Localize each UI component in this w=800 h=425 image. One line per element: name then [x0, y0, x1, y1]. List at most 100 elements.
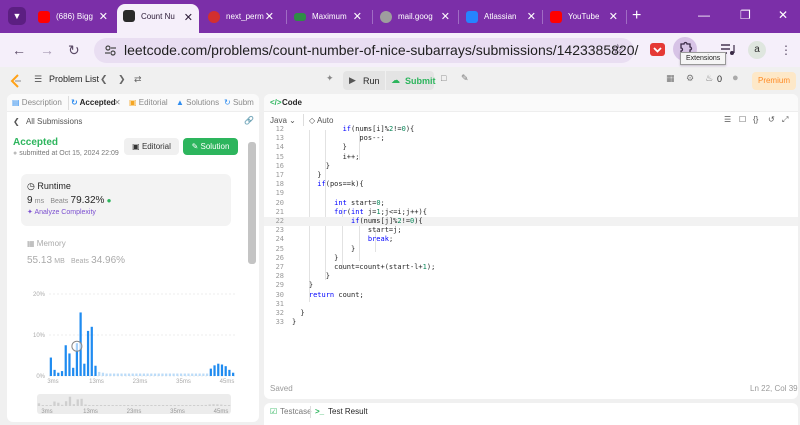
- code-line[interactable]: 32 }: [264, 309, 798, 318]
- chart-bar[interactable]: [127, 373, 131, 376]
- chart-bar[interactable]: [124, 373, 127, 376]
- close-icon[interactable]: ✕: [441, 5, 450, 29]
- solution-button[interactable]: ✎ Solution: [183, 138, 238, 155]
- site-info-icon[interactable]: [104, 44, 117, 57]
- close-icon[interactable]: ✕: [527, 5, 536, 29]
- chart-bar[interactable]: [135, 373, 138, 376]
- run-button[interactable]: ▶ Run: [343, 71, 385, 90]
- browser-menu-icon[interactable]: ⋮: [780, 42, 792, 58]
- code-line[interactable]: 18 if(pos==k){: [264, 180, 798, 189]
- close-icon[interactable]: ✕: [99, 5, 108, 29]
- runtime-distribution-chart[interactable]: 20% 10% 0%3ms 13ms 23ms 35ms 45ms: [19, 284, 245, 384]
- language-select[interactable]: Java ⌄: [270, 116, 296, 125]
- reload-icon[interactable]: ↻: [68, 42, 80, 58]
- expand-icon[interactable]: ⤢: [782, 115, 788, 125]
- chart-bar[interactable]: [224, 366, 227, 376]
- chart-bar[interactable]: [53, 369, 56, 376]
- chart-bar[interactable]: [165, 373, 168, 376]
- auto-mode-toggle[interactable]: ◇ Auto: [309, 116, 333, 125]
- tab-leetcode[interactable]: Count Nu ✕: [117, 4, 199, 33]
- list-icon[interactable]: ☰: [34, 74, 42, 85]
- code-line[interactable]: 23 start=j;: [264, 226, 798, 235]
- close-icon[interactable]: ✕: [184, 5, 193, 31]
- pocket-extension-icon[interactable]: [649, 41, 666, 58]
- code-line[interactable]: 21 for(int j=1;j<=i;j++){: [264, 208, 798, 217]
- chart-bar[interactable]: [139, 373, 142, 376]
- chart-bar[interactable]: [187, 373, 190, 376]
- chart-bar[interactable]: [198, 373, 201, 376]
- chart-bar[interactable]: [60, 371, 64, 376]
- settings-gear-icon[interactable]: ⚙: [686, 73, 694, 84]
- problem-list-link[interactable]: Problem List: [49, 74, 99, 84]
- user-avatar-icon[interactable]: ●: [732, 72, 739, 84]
- tab-description[interactable]: ▤ Description: [12, 98, 62, 107]
- code-line[interactable]: 16 }: [264, 162, 798, 171]
- chart-bar[interactable]: [142, 373, 145, 376]
- code-line[interactable]: 17 }: [264, 171, 798, 180]
- reset-icon[interactable]: ↺: [768, 115, 775, 124]
- chart-bar[interactable]: [172, 373, 175, 376]
- tab-mail[interactable]: mail.goog ✕: [374, 5, 456, 29]
- close-icon[interactable]: ✕: [609, 5, 618, 29]
- code-line[interactable]: 20 int start=0;: [264, 199, 798, 208]
- chart-bar[interactable]: [131, 373, 134, 376]
- share-link-icon[interactable]: 🔗: [244, 116, 254, 125]
- next-problem-icon[interactable]: ❯: [118, 74, 126, 85]
- chart-bar[interactable]: [232, 372, 235, 376]
- chart-bar[interactable]: [120, 373, 123, 376]
- chart-bar[interactable]: [168, 373, 172, 376]
- tab-search-icon[interactable]: ▼: [8, 7, 26, 25]
- tab-next-perm[interactable]: next_perm ✕: [202, 5, 280, 29]
- close-icon[interactable]: ✕: [265, 5, 274, 29]
- chart-bar[interactable]: [64, 345, 67, 376]
- code-line[interactable]: 26 }: [264, 254, 798, 263]
- chart-bar[interactable]: [105, 373, 108, 376]
- chart-bar[interactable]: [213, 365, 216, 376]
- code-line[interactable]: 29 }: [264, 281, 798, 290]
- restore-icon[interactable]: ❐: [740, 8, 751, 22]
- code-line[interactable]: 13 pos--;: [264, 134, 798, 143]
- braces-icon[interactable]: {}: [753, 115, 758, 124]
- chart-bar[interactable]: [161, 373, 164, 376]
- window-close-icon[interactable]: ✕: [778, 8, 788, 22]
- leetcode-logo-icon[interactable]: [10, 74, 22, 88]
- shuffle-icon[interactable]: ⇄: [134, 74, 142, 85]
- all-submissions-link[interactable]: ❮ All Submissions: [13, 117, 82, 126]
- code-line[interactable]: 14 }: [264, 143, 798, 152]
- back-arrow-icon[interactable]: ←: [12, 42, 26, 58]
- chart-bar[interactable]: [57, 372, 60, 376]
- code-line[interactable]: 31: [264, 300, 798, 309]
- tab-maximum[interactable]: Maximum ✕: [288, 5, 368, 29]
- address-bar[interactable]: leetcode.com/problems/count-number-of-ni…: [94, 38, 638, 63]
- fire-icon[interactable]: ♨: [705, 73, 713, 84]
- close-icon[interactable]: ✕: [353, 5, 362, 29]
- chart-bar[interactable]: [205, 373, 209, 376]
- prev-problem-icon[interactable]: ❮: [100, 74, 108, 85]
- tab-editorial[interactable]: ▣ Editorial: [129, 98, 168, 107]
- chart-bar[interactable]: [183, 373, 186, 376]
- chart-bar[interactable]: [217, 363, 220, 376]
- chart-bar[interactable]: [109, 373, 112, 376]
- code-line[interactable]: 15 i++;: [264, 153, 798, 162]
- whiteboard-icon[interactable]: ✎: [461, 73, 469, 84]
- close-icon[interactable]: ✕: [114, 98, 121, 107]
- tab-testcase[interactable]: Testcase: [280, 407, 312, 416]
- code-line[interactable]: 33}: [264, 318, 798, 327]
- chart-bar[interactable]: [220, 364, 224, 376]
- bookmark-icon[interactable]: ☐: [739, 115, 746, 124]
- chart-bar[interactable]: [90, 326, 93, 376]
- chart-bar[interactable]: [191, 373, 194, 376]
- chart-bar[interactable]: [86, 330, 90, 376]
- chart-bar[interactable]: [112, 373, 116, 376]
- editorial-button[interactable]: ▣ Editorial: [124, 138, 179, 155]
- chart-bar[interactable]: [83, 363, 86, 376]
- code-area[interactable]: 12 if(nums[i]%2!=0){13 pos--; 14 } 15 i++;…: [264, 125, 798, 380]
- chart-bar[interactable]: [101, 372, 105, 376]
- tab-youtube-bigg[interactable]: (686) Bigg ✕: [32, 5, 114, 29]
- chart-bar[interactable]: [176, 373, 179, 376]
- code-line[interactable]: 12 if(nums[i]%2!=0){: [264, 125, 798, 134]
- chart-bar[interactable]: [98, 371, 101, 376]
- forward-arrow-icon[interactable]: →: [40, 42, 54, 58]
- chart-bar[interactable]: [228, 369, 231, 376]
- chart-bar[interactable]: [150, 373, 153, 376]
